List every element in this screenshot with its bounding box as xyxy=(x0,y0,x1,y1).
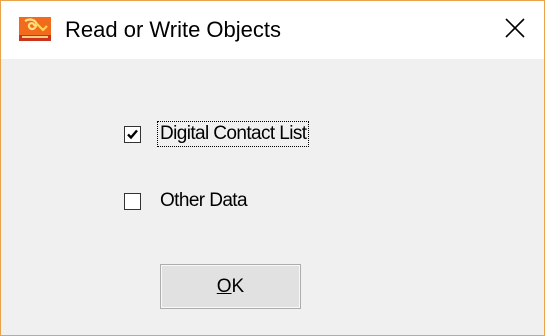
checkbox-box[interactable] xyxy=(124,125,141,143)
title-bar[interactable]: Read or Write Objects xyxy=(1,1,544,59)
dialog-window: Read or Write Objects Digital Contact Li… xyxy=(0,0,545,336)
ok-button-label-rest: K xyxy=(231,275,245,297)
dialog-body: Digital Contact List Other Data OK xyxy=(1,59,544,335)
checkbox-label[interactable]: Digital Contact List xyxy=(156,121,310,147)
close-icon xyxy=(505,17,525,43)
window-title: Read or Write Objects xyxy=(65,17,282,42)
checkbox-box[interactable] xyxy=(124,192,141,210)
ok-button[interactable]: OK xyxy=(160,264,301,309)
checkbox-other-data[interactable]: Other Data xyxy=(124,189,249,213)
checkmark-icon xyxy=(127,129,138,139)
ok-button-accel: O xyxy=(216,275,232,297)
checkbox-digital-contact-list[interactable]: Digital Contact List xyxy=(124,121,310,147)
close-button[interactable] xyxy=(486,1,544,59)
app-logo-icon xyxy=(19,17,51,41)
checkbox-label[interactable]: Other Data xyxy=(158,189,249,213)
